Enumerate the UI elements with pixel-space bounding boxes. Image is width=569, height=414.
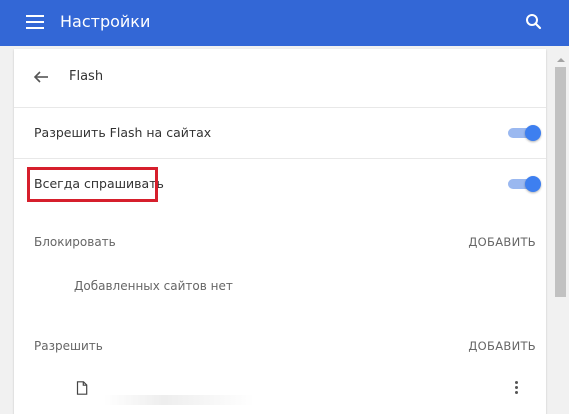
highlight-frame (27, 167, 158, 202)
search-icon[interactable] (524, 12, 544, 32)
hamburger-menu-icon[interactable] (26, 15, 44, 29)
settings-card: Flash Разрешить Flash на сайтах Всегда с… (14, 49, 546, 414)
block-section-header: Блокировать ДОБАВИТЬ (14, 228, 546, 256)
always-ask-toggle[interactable] (508, 176, 541, 192)
more-vert-icon[interactable] (514, 381, 520, 397)
toggle-knob (525, 125, 541, 141)
block-empty-text: Добавленных сайтов нет (74, 279, 233, 293)
allow-section-label: Разрешить (34, 339, 103, 353)
list-item[interactable] (14, 375, 546, 405)
scrollbar[interactable] (552, 46, 569, 414)
settings-window: Настройки Flash Разрешить Flash на сайта… (0, 0, 569, 414)
block-add-button[interactable]: ДОБАВИТЬ (468, 233, 536, 251)
app-title: Настройки (60, 12, 151, 31)
subpage-header: Flash (14, 49, 546, 108)
page-title: Flash (69, 69, 104, 84)
app-bar: Настройки (0, 0, 569, 46)
allow-flash-toggle[interactable] (508, 125, 541, 141)
block-section-label: Блокировать (34, 235, 116, 249)
allow-flash-row[interactable]: Разрешить Flash на сайтах (14, 108, 546, 159)
file-icon (76, 381, 88, 395)
allow-section-header: Разрешить ДОБАВИТЬ (14, 332, 546, 360)
allow-add-button[interactable]: ДОБАВИТЬ (468, 337, 536, 355)
site-placeholder (104, 395, 254, 405)
scroll-thumb[interactable] (555, 67, 566, 297)
allow-flash-label: Разрешить Flash на сайтах (34, 125, 212, 140)
scroll-up-arrow-icon[interactable] (557, 58, 565, 62)
arrow-back-icon[interactable] (32, 68, 50, 86)
toggle-knob (525, 176, 541, 192)
